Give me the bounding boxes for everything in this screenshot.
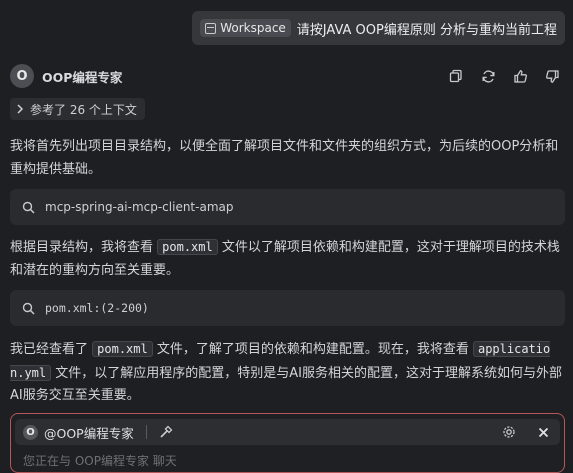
- chat-input-box[interactable]: O @OOP编程专家 您正在与 OOP编程专家 聊天: [10, 413, 565, 473]
- response-paragraph-1: 我将首先列出项目目录结构，以便全面了解项目文件和文件夹的组织方式，为后续的OOP…: [10, 139, 559, 177]
- tool-call-result[interactable]: pom.xml:(2-200): [10, 290, 565, 326]
- hammer-icon[interactable]: [157, 423, 175, 441]
- search-icon: [22, 201, 35, 214]
- workspace-icon: [205, 22, 217, 34]
- user-message-text: 请按JAVA OOP编程原则 分析与重构当前工程: [296, 22, 557, 38]
- workspace-chip[interactable]: Workspace: [200, 19, 291, 37]
- gear-icon[interactable]: [500, 423, 518, 441]
- refresh-icon[interactable]: [479, 67, 497, 85]
- input-toolbar-actions: [500, 423, 552, 441]
- thumbs-up-icon[interactable]: [511, 67, 529, 85]
- inline-code: pom.xml: [157, 239, 218, 255]
- agent-name: OOP编程专家: [42, 69, 123, 85]
- divider: [145, 425, 147, 439]
- copy-icon[interactable]: [447, 67, 465, 85]
- input-placeholder: 您正在与 OOP编程专家 聊天: [23, 454, 177, 468]
- context-reference-toggle[interactable]: 参考了 26 个上下文: [10, 98, 145, 120]
- user-message: Workspace 请按JAVA OOP编程原则 分析与重构当前工程: [192, 11, 565, 45]
- response-paragraph-2: 根据目录结构，我将查看 pom.xml 文件以了解项目依赖和构建配置，这对于理解…: [10, 236, 563, 282]
- thumbs-down-icon[interactable]: [543, 67, 561, 85]
- close-icon[interactable]: [534, 423, 552, 441]
- paragraph-text: 我已经查看了: [10, 342, 93, 357]
- paragraph-text: 文件，以了解应用程序的配置，特别是与AI服务相关的配置，这对于理解系统如何与外部…: [10, 365, 562, 404]
- search-icon: [22, 302, 35, 315]
- agent-header: O OOP编程专家: [10, 63, 563, 89]
- tool-call-text: mcp-spring-ai-mcp-client-amap: [45, 200, 234, 214]
- message-actions: [447, 67, 561, 85]
- workspace-chip-label: Workspace: [220, 21, 286, 35]
- paragraph-text: 根据目录结构，我将查看: [10, 240, 158, 255]
- chevron-right-icon: [17, 104, 24, 114]
- inline-code: pom.xml: [92, 341, 153, 357]
- tool-call-result[interactable]: mcp-spring-ai-mcp-client-amap: [10, 189, 565, 225]
- input-toolbar: O @OOP编程专家: [15, 419, 560, 445]
- context-reference-label: 参考了 26 个上下文: [30, 102, 137, 117]
- tool-call-text: pom.xml:(2-200): [45, 301, 149, 315]
- agent-mention-selector[interactable]: @OOP编程专家: [44, 423, 134, 442]
- paragraph-text: 文件，了解了项目的依赖和构建配置。现在，我将查看: [152, 342, 473, 357]
- agent-avatar: O: [10, 64, 34, 88]
- response-paragraph-3: 我已经查看了 pom.xml 文件，了解了项目的依赖和构建配置。现在，我将查看 …: [10, 338, 563, 408]
- agent-avatar-small: O: [23, 424, 38, 440]
